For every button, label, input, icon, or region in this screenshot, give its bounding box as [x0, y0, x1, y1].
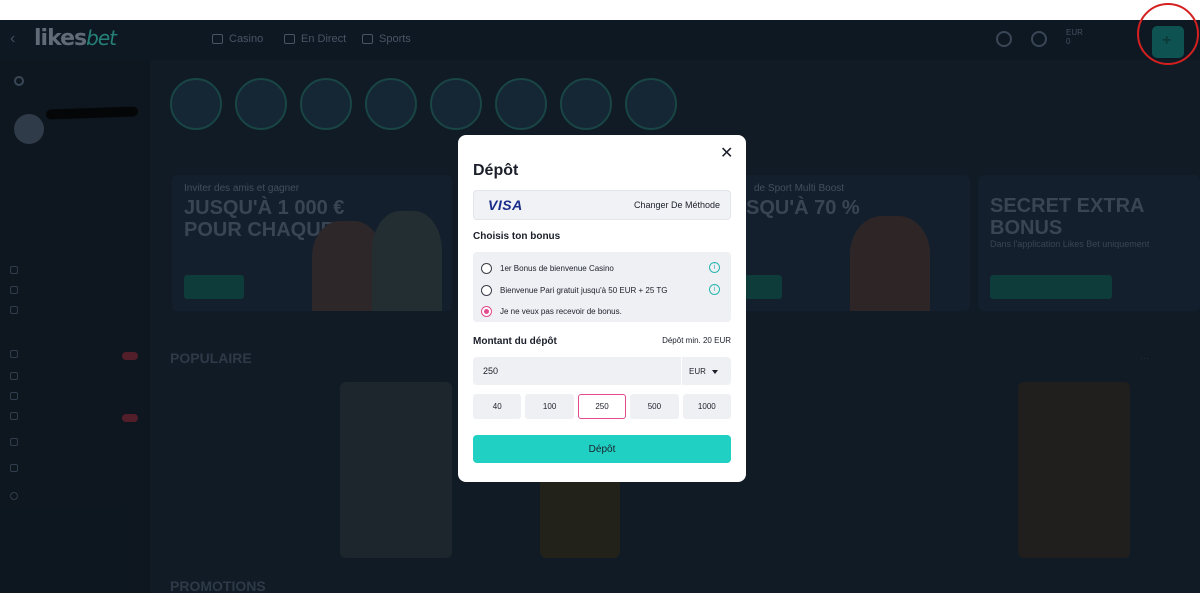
modal-title: Dépôt: [473, 162, 519, 179]
info-icon[interactable]: i: [709, 284, 720, 295]
bonus-options: 1er Bonus de bienvenue Casino i Bienvenu…: [473, 252, 731, 322]
quick-amount-500[interactable]: 500: [630, 394, 679, 419]
bonus-option-label: Bienvenue Pari gratuit jusqu'à 50 EUR + …: [500, 285, 668, 295]
quick-amount-40[interactable]: 40: [473, 394, 522, 419]
bonus-option-label: Je ne veux pas recevoir de bonus.: [500, 306, 622, 316]
bonus-option-no-bonus[interactable]: Je ne veux pas recevoir de bonus.: [481, 304, 622, 318]
chevron-down-icon: [711, 369, 718, 374]
currency-select[interactable]: EUR: [682, 357, 731, 385]
bonus-section-label: Choisis ton bonus: [473, 231, 561, 242]
quick-amount-buttons: 40 100 250 500 1000: [473, 394, 732, 419]
payment-method-row[interactable]: VISA Changer De Méthode: [473, 190, 731, 220]
bonus-option-casino-welcome[interactable]: 1er Bonus de bienvenue Casino: [481, 261, 614, 275]
amount-label: Montant du dépôt: [473, 336, 557, 347]
close-icon[interactable]: ✕: [720, 143, 733, 163]
min-deposit-note: Dépôt min. 20 EUR: [662, 336, 731, 345]
amount-input[interactable]: [473, 357, 681, 385]
bonus-option-freebet-welcome[interactable]: Bienvenue Pari gratuit jusqu'à 50 EUR + …: [481, 283, 667, 297]
deposit-submit-button[interactable]: Dépôt: [473, 435, 731, 463]
quick-amount-1000[interactable]: 1000: [682, 394, 732, 419]
quick-amount-100[interactable]: 100: [525, 394, 574, 419]
deposit-modal: Dépôt ✕ VISA Changer De Méthode Choisis …: [458, 135, 746, 482]
radio-button-selected[interactable]: [481, 305, 492, 317]
visa-logo-icon: VISA: [488, 197, 523, 213]
radio-button[interactable]: [481, 284, 492, 296]
highlight-circle-annotation: [1137, 3, 1199, 65]
bonus-option-label: 1er Bonus de bienvenue Casino: [500, 263, 614, 273]
quick-amount-250[interactable]: 250: [577, 394, 627, 419]
info-icon[interactable]: i: [709, 262, 720, 273]
change-method-button[interactable]: Changer De Méthode: [634, 200, 720, 210]
radio-button[interactable]: [481, 262, 492, 274]
